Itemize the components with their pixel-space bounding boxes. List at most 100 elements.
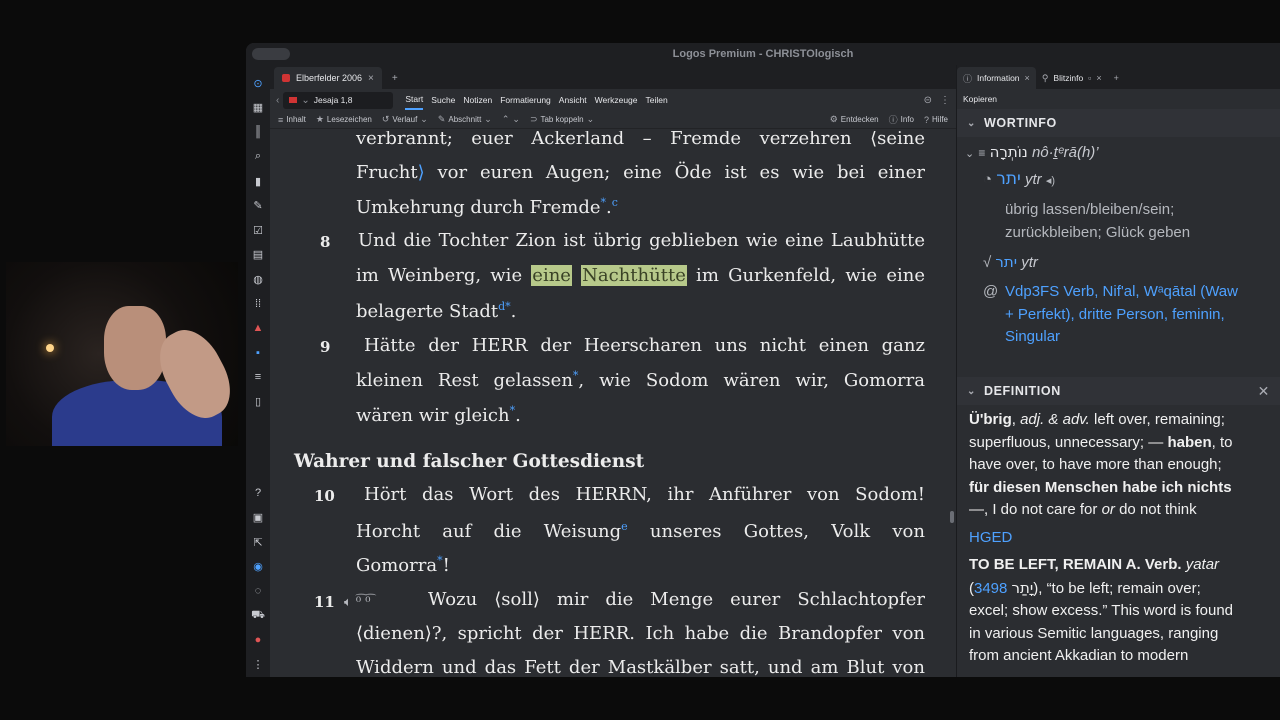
- add-tab-button[interactable]: +: [382, 67, 408, 89]
- resource-flag-icon: [282, 74, 290, 82]
- footnote-marker[interactable]: c: [612, 196, 618, 209]
- hilfe-button[interactable]: ? Hilfe: [924, 115, 948, 125]
- inhalt-button[interactable]: ≡ Inhalt: [278, 115, 306, 125]
- def-line: superfluous, unnecessary; — haben, to: [969, 433, 1233, 451]
- menu-teilen[interactable]: Teilen: [646, 91, 668, 109]
- text-line: 🔈︎ ⁰͡ ⁰͡: [344, 590, 375, 611]
- close-icon[interactable]: ×: [1025, 73, 1030, 83]
- reference-box[interactable]: ⌄ Jesaja 1,8: [283, 91, 394, 109]
- layers-icon[interactable]: ≡: [246, 365, 270, 390]
- text-line: Und die Tochter Zion ist übrig geblieben…: [358, 230, 925, 251]
- apps-grid-icon[interactable]: ⁞⁞: [246, 292, 270, 317]
- root-hebrew[interactable]: יתר: [996, 169, 1021, 189]
- verse-number[interactable]: 11: [314, 593, 335, 611]
- definition-header[interactable]: ⌄ DEFINITION ✕: [957, 377, 1280, 405]
- magnifier-icon[interactable]: ⌕: [246, 145, 270, 170]
- more-icon[interactable]: ⋮: [246, 653, 270, 678]
- bible-flag-icon: [289, 97, 298, 103]
- cart-icon[interactable]: ⛟: [246, 604, 270, 629]
- menu-werkzeuge[interactable]: Werkzeuge: [595, 91, 638, 109]
- add-tab-button[interactable]: +: [1108, 67, 1125, 89]
- help-icon[interactable]: ?: [246, 481, 270, 506]
- navigation-row: ‹ ⌄ Jesaja 1,8 Start Suche Notizen Forma…: [270, 89, 956, 111]
- close-icon[interactable]: ✕: [1258, 383, 1270, 400]
- checklist-icon[interactable]: ☑: [246, 218, 270, 243]
- info-button[interactable]: ⓘ Info: [889, 113, 914, 126]
- verse-number[interactable]: 8: [320, 233, 330, 251]
- menu-formatierung[interactable]: Formatierung: [500, 91, 551, 109]
- share-icon[interactable]: ⇱: [246, 530, 270, 555]
- list-icon: ≡: [278, 114, 284, 125]
- speaker-icon[interactable]: ◂): [1046, 175, 1055, 187]
- def-line: für diesen Menschen habe ich nichts: [969, 478, 1232, 496]
- highlighted-word[interactable]: eine: [531, 265, 572, 286]
- highlighted-word[interactable]: Nachthütte: [581, 265, 687, 286]
- dashboard-icon[interactable]: ▦: [246, 96, 270, 121]
- verse-number[interactable]: 9: [320, 338, 330, 356]
- morph-line[interactable]: Singular: [1005, 328, 1060, 345]
- menu-notizen[interactable]: Notizen: [463, 91, 492, 109]
- scrollbar-thumb[interactable]: [950, 511, 954, 523]
- text-line: Umkehrung durch Fremde*.c: [356, 196, 618, 218]
- entdecken-button[interactable]: ⚙ Entdecken: [830, 114, 879, 125]
- panel-icon[interactable]: ▪: [246, 341, 270, 366]
- page-icon[interactable]: ▯: [246, 390, 270, 415]
- menu-start[interactable]: Start: [405, 90, 424, 110]
- audio-icon[interactable]: 🔈︎ ⁰͡ ⁰͡: [344, 595, 371, 610]
- stop-icon[interactable]: ⊝: [924, 95, 932, 106]
- strong-number-link[interactable]: 3498: [974, 580, 1007, 597]
- wortinfo-header[interactable]: ⌄ WORTINFO: [957, 109, 1280, 137]
- word-row[interactable]: ⌄ ≡ נוֹתְרָה nô·ṯᵉrā(h)’: [965, 143, 1099, 161]
- close-icon[interactable]: ×: [1096, 73, 1101, 83]
- text-line: Horcht auf die Weisunge unseres Gottes, …: [356, 520, 925, 542]
- wortinfo-body: ⌄ ≡ נוֹתְרָה nô·ṯᵉrā(h)’ ◔ יתר ytr ◂) üb…: [957, 137, 1280, 377]
- root-row[interactable]: ◔ יתר ytr ◂): [983, 169, 1055, 189]
- menu-ansicht[interactable]: Ansicht: [559, 91, 587, 109]
- verlauf-button[interactable]: ↺ Verlauf ⌄: [382, 114, 428, 125]
- root2-hebrew[interactable]: יתר: [995, 253, 1017, 271]
- library-icon[interactable]: ║: [246, 120, 270, 145]
- bible-text[interactable]: verbrannt; euer Ackerland – Fremde verze…: [270, 131, 956, 677]
- text-line: wären wir gleich*.: [356, 404, 521, 426]
- ribbon-menu: Start Suche Notizen Formatierung Ansicht…: [405, 89, 668, 111]
- morph-line[interactable]: Vdp3FS Verb, Nif'al, Wᵃqātal (Waw: [1005, 283, 1238, 300]
- chevron-down-icon[interactable]: ⌄: [301, 95, 309, 106]
- def-line: (3498 יָתַר), “to be left; remain over;: [969, 578, 1201, 597]
- information-panel: ⓘ Information × ⚲ Blitzinfo ▫ × + Kopier…: [956, 65, 1280, 677]
- section-nav[interactable]: ⌃ ⌄: [502, 114, 520, 125]
- footnote-marker[interactable]: d*: [498, 300, 511, 313]
- text-line: Wozu ⟨soll⟩ mir die Menge eurer Schlacht…: [428, 589, 925, 610]
- layouts-icon[interactable]: ▣: [246, 506, 270, 531]
- notes-icon[interactable]: ✎: [246, 194, 270, 219]
- guide-icon[interactable]: ◍: [246, 267, 270, 292]
- bible-icon[interactable]: ▲: [246, 316, 270, 341]
- tab-elberfelder[interactable]: Elberfelder 2006 ×: [274, 67, 382, 89]
- abschnitt-button[interactable]: ✎ Abschnitt ⌄: [438, 114, 492, 125]
- morph-line[interactable]: + Perfekt), dritte Person, feminin,: [1005, 306, 1225, 323]
- tab-information[interactable]: ⓘ Information ×: [957, 67, 1036, 89]
- document-icon[interactable]: ▤: [246, 243, 270, 268]
- tab-blitzinfo[interactable]: ⚲ Blitzinfo ▫ ×: [1036, 67, 1108, 89]
- menu-suche[interactable]: Suche: [431, 91, 455, 109]
- chevron-down-icon[interactable]: ⌄: [512, 114, 520, 125]
- more-options-icon[interactable]: ⋮: [940, 95, 950, 106]
- window-icon[interactable]: ▫: [1088, 73, 1091, 83]
- search-icon[interactable]: ⊙: [246, 71, 270, 96]
- verse-number[interactable]: 10: [314, 487, 335, 505]
- kopieren-button[interactable]: Kopieren: [957, 89, 1280, 109]
- tab-koppeln-button[interactable]: ⊃ Tab koppeln ⌄: [530, 114, 594, 125]
- text-line: kleinen Rest gelassen*, wie Sodom wären …: [356, 369, 925, 391]
- sync-icon[interactable]: ◉: [246, 555, 270, 580]
- chevron-up-icon[interactable]: ⌃: [502, 114, 510, 125]
- window-controls[interactable]: [252, 48, 290, 60]
- section-heading: Wahrer und falscher Gottesdienst: [294, 451, 645, 472]
- root2-row[interactable]: √ יתר ytr: [983, 253, 1038, 271]
- account-icon[interactable]: ●: [246, 628, 270, 653]
- hged-link[interactable]: HGED: [969, 527, 1268, 550]
- back-arrow-icon[interactable]: ‹: [276, 95, 279, 106]
- morph-icon: @: [983, 283, 999, 300]
- lesezeichen-button[interactable]: ★ Lesezeichen: [316, 114, 372, 125]
- bookmark-icon[interactable]: ▮: [246, 169, 270, 194]
- text-line: Hätte der HERR der Heerscharen uns nicht…: [364, 335, 925, 356]
- close-icon[interactable]: ×: [368, 73, 374, 84]
